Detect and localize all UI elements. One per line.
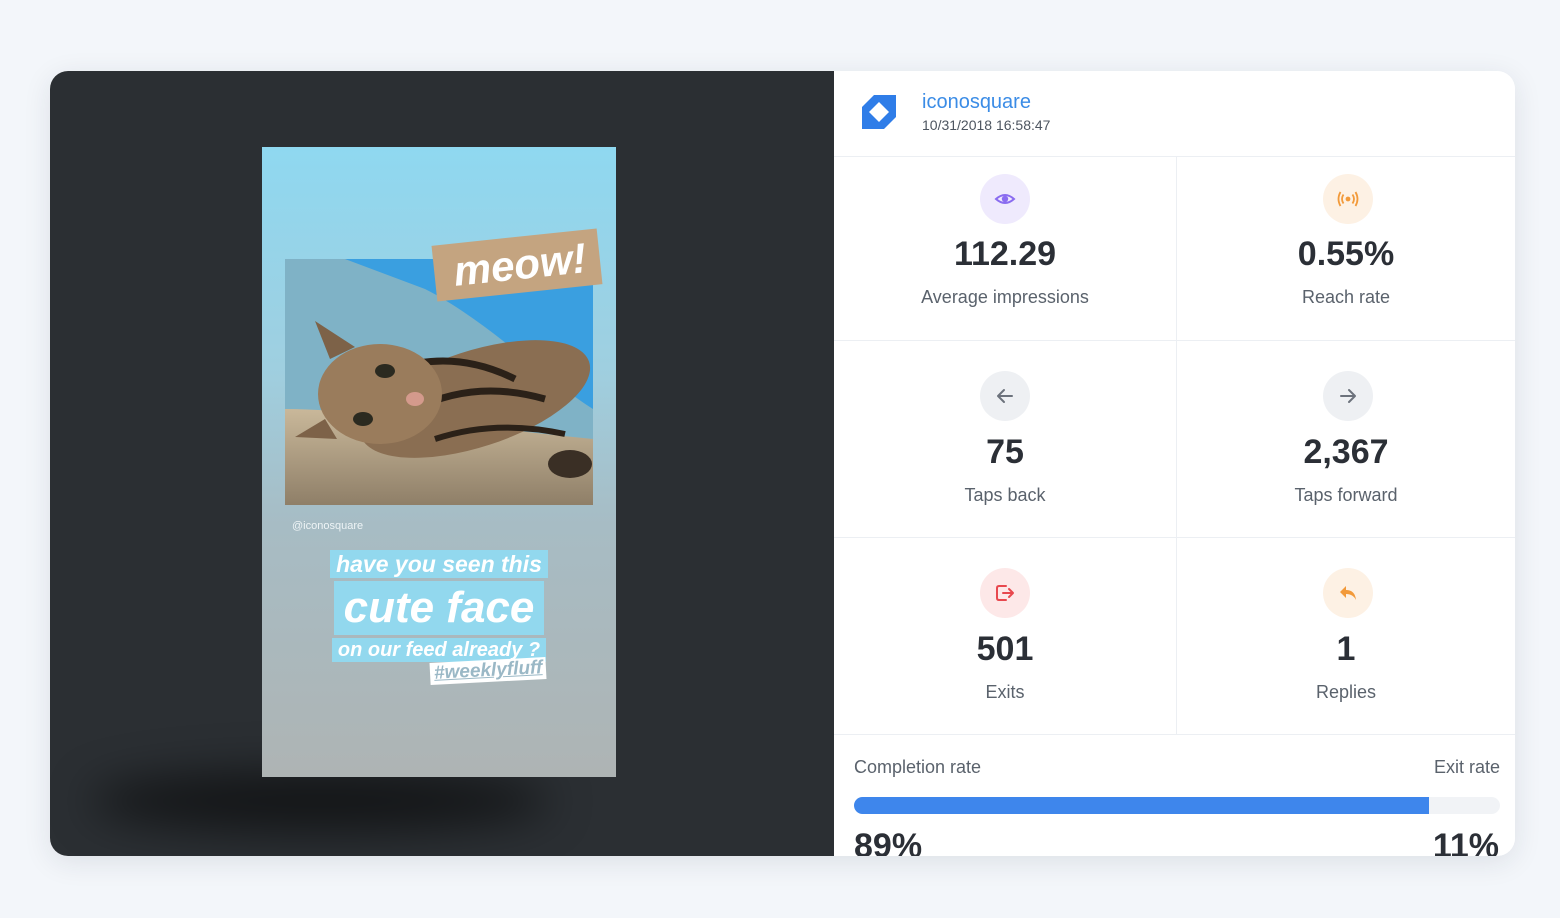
exit-rate-label: Exit rate [1433, 757, 1500, 777]
story-preview-panel: meow! @iconosquare have you seen this cu… [50, 71, 834, 856]
caption-line-1: have you seen this [330, 550, 548, 578]
arrow-left-icon [997, 389, 1013, 403]
caption-line-1-row: have you seen this [262, 550, 616, 578]
metric-taps-back: 75 Taps back [834, 341, 1177, 538]
metric-exits: 501 Exits [834, 538, 1177, 735]
completion-bar-track [854, 797, 1500, 814]
completion-rate-label: Completion rate [854, 757, 982, 777]
iconosquare-logo-icon [862, 95, 896, 129]
metric-icon-circle [1323, 568, 1373, 618]
metric-value: 112.29 [953, 235, 1057, 273]
story-hashtag: #weeklyfluff [429, 656, 547, 686]
metric-icon-circle [980, 568, 1030, 618]
metric-icon-circle [1323, 174, 1373, 224]
metric-icon-circle [1323, 371, 1373, 421]
completion-rate-value: 89% [854, 827, 923, 856]
metric-value: 75 [986, 433, 1024, 471]
metric-reach-rate: 0.55% Reach rate [1177, 157, 1515, 341]
reply-icon [1340, 586, 1356, 600]
metric-icon-circle [980, 371, 1030, 421]
metric-taps-forward: 2,367 Taps forward [1177, 341, 1515, 538]
arrow-right-icon [1340, 389, 1356, 403]
caption-line-2-row: cute face [262, 581, 616, 635]
eye-icon [994, 194, 1016, 204]
exit-rate-value: 11% [1432, 827, 1499, 856]
metric-value: 1 [1336, 630, 1356, 668]
broadcast-icon [1337, 191, 1359, 207]
exit-icon [996, 585, 1014, 601]
story-insights-card: meow! @iconosquare have you seen this cu… [50, 71, 1515, 856]
story-shadow [90, 771, 550, 831]
insights-panel: iconosquare 10/31/2018 16:58:47 112.29 A… [834, 71, 1515, 856]
metric-value: 501 [976, 630, 1034, 668]
story-image[interactable]: meow! @iconosquare have you seen this cu… [262, 147, 616, 777]
caption-line-2: cute face [333, 581, 545, 635]
metric-label: Exits [985, 682, 1025, 702]
metric-label: Taps forward [1294, 485, 1398, 505]
completion-exit-rates: Completion rate Exit rate 89% 11% [834, 735, 1515, 856]
story-timestamp: 10/31/2018 16:58:47 [922, 117, 1051, 133]
metric-value: 0.55% [1297, 235, 1395, 273]
metric-label: Replies [1315, 682, 1377, 702]
metric-label: Reach rate [1301, 287, 1391, 307]
metric-value: 2,367 [1303, 433, 1389, 471]
account-header: iconosquare 10/31/2018 16:58:47 [834, 71, 1515, 157]
metric-replies: 1 Replies [1177, 538, 1515, 735]
metric-icon-circle [980, 174, 1030, 224]
story-handle: @iconosquare [292, 520, 364, 532]
metric-label: Average impressions [921, 287, 1089, 307]
metric-label: Taps back [964, 485, 1046, 505]
metric-average-impressions: 112.29 Average impressions [834, 157, 1177, 341]
account-name[interactable]: iconosquare [922, 91, 1031, 114]
completion-bar-fill [854, 797, 1429, 814]
caption-line-3-row: on our feed already ? [262, 638, 616, 662]
